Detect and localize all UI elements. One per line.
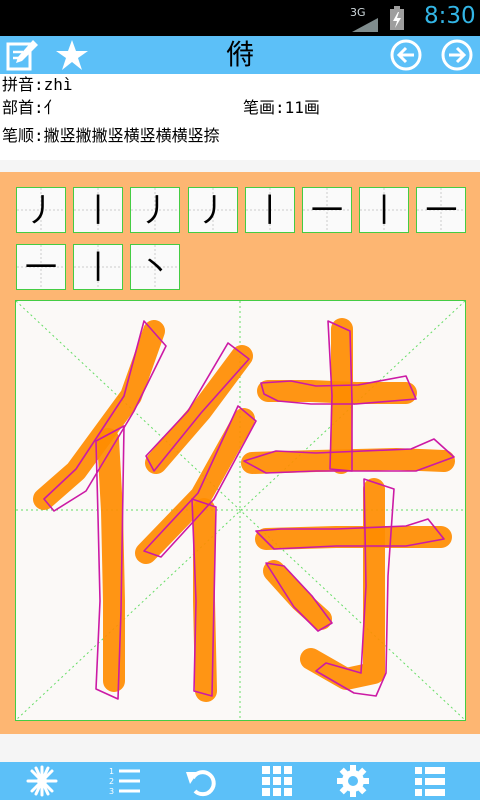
stroke-glyph: 一 xyxy=(310,191,343,229)
stroke-order-label: 笔顺: xyxy=(2,126,44,145)
stroke-glyph: 丨 xyxy=(82,248,115,286)
svg-text:1: 1 xyxy=(109,767,114,776)
numbered-list-icon[interactable]: 123 xyxy=(107,764,141,798)
radical-label: 部首: xyxy=(2,98,44,117)
radical-row: 部首:亻 xyxy=(2,97,60,119)
signal-icon xyxy=(352,18,378,32)
writing-canvas-drawing xyxy=(16,301,465,720)
starburst-icon[interactable] xyxy=(25,764,59,798)
stroke-glyph: 丨 xyxy=(253,191,286,229)
stroke-order-cell[interactable]: 丿 xyxy=(130,187,181,233)
stroke-order-row: 笔顺:撇竖撇撇竖横竖横横竖捺 xyxy=(2,125,220,147)
stroke-glyph: 一 xyxy=(425,191,458,229)
writing-panel: 丿丨丿丿丨一丨一一丨丶 xyxy=(0,172,480,734)
strokes-label: 笔画: xyxy=(243,98,285,117)
stroke-glyph: 丶 xyxy=(139,248,172,286)
battery-charging-icon xyxy=(390,6,404,30)
edit-note-icon[interactable] xyxy=(5,38,39,72)
pinyin-value: zhì xyxy=(43,75,73,94)
stroke-glyph: 丨 xyxy=(368,191,401,229)
list-icon[interactable] xyxy=(413,764,447,798)
stroke-order-cell[interactable]: 丨 xyxy=(73,187,124,233)
bottom-toolbar: 123 xyxy=(0,762,480,800)
stroke-glyph: 丿 xyxy=(196,191,229,229)
stroke-glyph: 丿 xyxy=(24,191,57,229)
strokes-row: 笔画:11画 xyxy=(243,97,320,119)
svg-text:3: 3 xyxy=(109,787,114,796)
status-bar: 3G 8:30 xyxy=(0,0,480,36)
stroke-order-cell[interactable]: 丨 xyxy=(244,187,295,233)
title-bar: 偫 xyxy=(0,36,480,74)
stroke-order-cell[interactable]: 一 xyxy=(302,187,352,233)
stroke-order-cell[interactable]: 一 xyxy=(416,187,467,233)
stroke-order-value: 撇竖撇撇竖横竖横横竖捺 xyxy=(43,126,220,145)
stroke-order-cell[interactable]: 一 xyxy=(16,244,66,290)
writing-canvas[interactable] xyxy=(15,300,466,721)
stroke-order-cell[interactable]: 丿 xyxy=(187,187,238,233)
pinyin-row: 拼音:zhì xyxy=(2,74,73,96)
svg-text:2: 2 xyxy=(109,777,114,786)
stroke-order-cell[interactable]: 丨 xyxy=(359,187,410,233)
star-icon[interactable] xyxy=(55,38,89,72)
radical-value: 亻 xyxy=(43,98,60,117)
undo-icon[interactable] xyxy=(184,764,218,798)
clock: 8:30 xyxy=(424,3,476,29)
arrow-right-circle-icon[interactable] xyxy=(440,38,474,72)
strokes-value: 11画 xyxy=(284,98,320,117)
arrow-left-circle-icon[interactable] xyxy=(389,38,423,72)
pinyin-label: 拼音: xyxy=(2,75,44,94)
settings-icon[interactable] xyxy=(336,764,370,798)
grid-icon[interactable] xyxy=(260,764,294,798)
stroke-glyph: 丨 xyxy=(82,191,115,229)
stroke-order-cell[interactable]: 丶 xyxy=(130,244,181,290)
stroke-glyph: 丿 xyxy=(139,191,172,229)
stroke-glyph: 一 xyxy=(24,248,57,286)
stroke-order-cell[interactable]: 丨 xyxy=(73,244,124,290)
stroke-order-cell[interactable]: 丿 xyxy=(16,187,66,233)
character-info: 拼音:zhì 部首:亻 笔画:11画 笔顺:撇竖撇撇竖横竖横横竖捺 xyxy=(0,74,480,160)
